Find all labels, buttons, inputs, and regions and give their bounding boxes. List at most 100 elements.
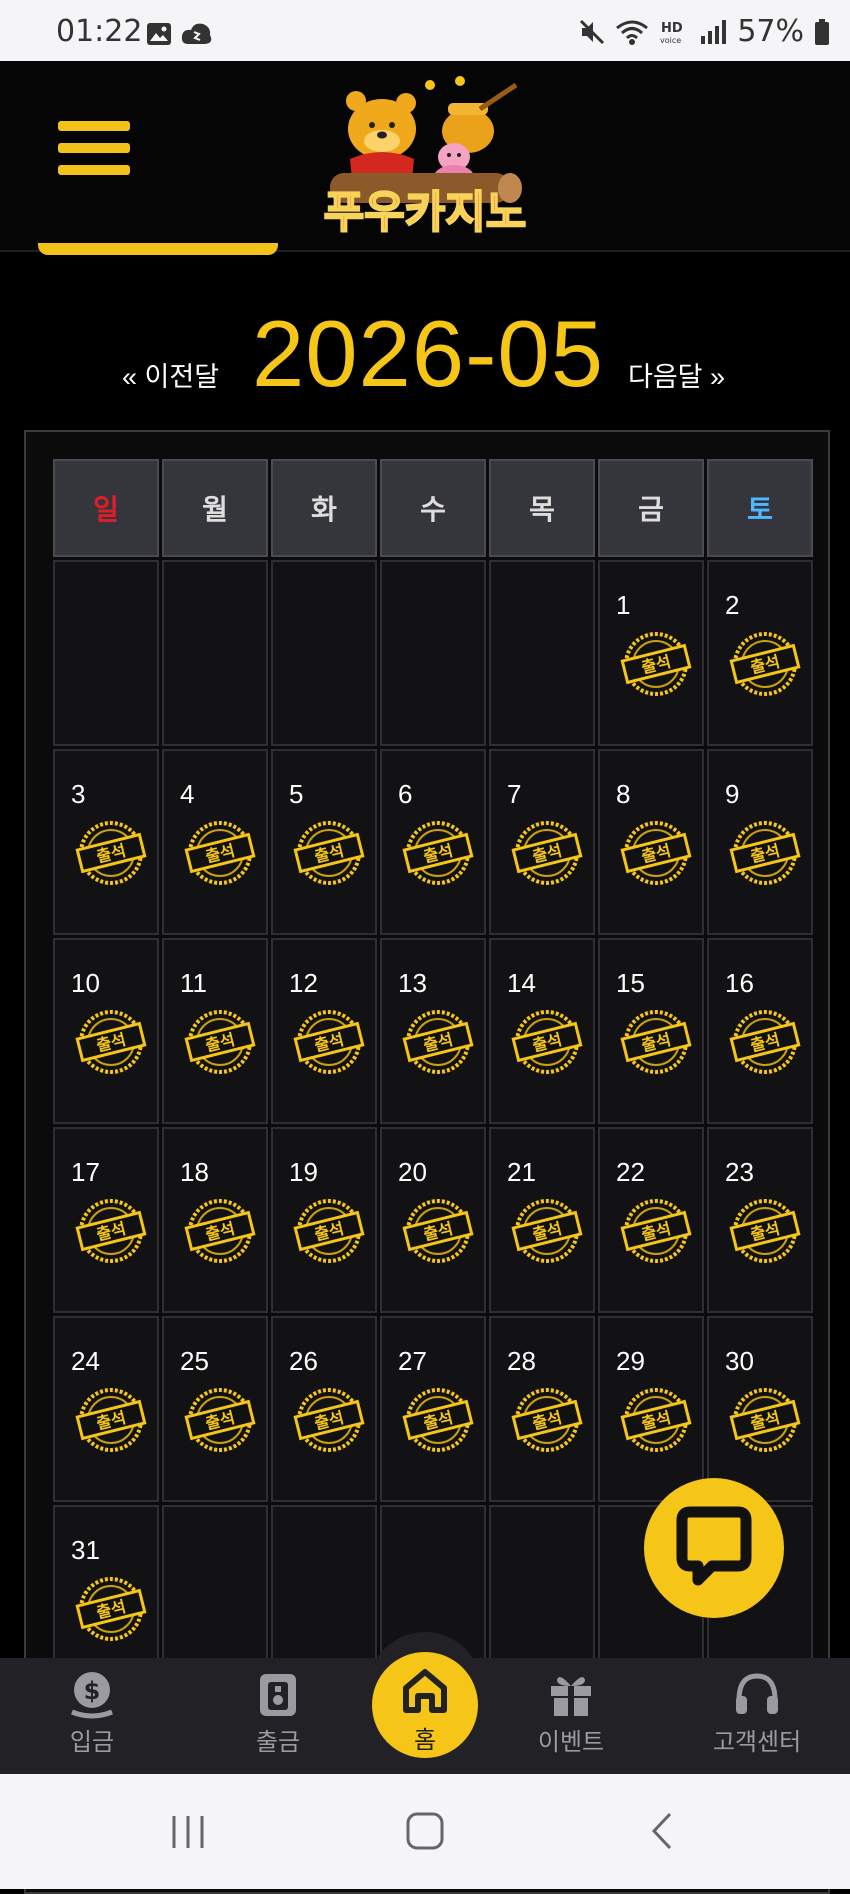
nav-support[interactable]: 고객센터 xyxy=(697,1668,817,1757)
day-number: 8 xyxy=(616,779,631,809)
calendar-day-cell[interactable]: 29 출석 xyxy=(598,1316,704,1502)
logo-text: 푸우카지노 xyxy=(324,187,526,238)
status-bar: 01:22 HD voice 57% xyxy=(0,0,850,61)
nav-home[interactable]: 홈 xyxy=(372,1652,478,1758)
recent-apps-icon[interactable] xyxy=(168,1812,208,1852)
calendar-day-cell[interactable]: 30 출석 xyxy=(707,1316,813,1502)
calendar-week-row: 17 출석 18 출석 19 출석 20 출석 21 출석 22 출석 23 출석 xyxy=(53,1127,813,1313)
day-number: 4 xyxy=(180,779,195,809)
calendar-day-cell[interactable]: 23 출석 xyxy=(707,1127,813,1313)
calendar-day-cell[interactable]: 12 출석 xyxy=(271,938,377,1124)
calendar-day-cell[interactable]: 13 출석 xyxy=(380,938,486,1124)
menu-icon[interactable] xyxy=(58,121,130,185)
app-header: 푸우카지노 xyxy=(0,61,850,252)
calendar-week-row: 1 출석 2 출석 xyxy=(53,560,813,746)
day-number: 18 xyxy=(180,1157,209,1187)
day-number: 6 xyxy=(398,779,413,809)
nav-event[interactable]: 이벤트 xyxy=(511,1668,631,1757)
attendance-stamp-icon: 출석 xyxy=(402,1010,474,1074)
calendar-day-cell[interactable]: 26 출석 xyxy=(271,1316,377,1502)
mute-icon xyxy=(580,19,605,44)
calendar-day-cell[interactable]: 7 출석 xyxy=(489,749,595,935)
attendance-stamp-icon: 출석 xyxy=(620,632,692,696)
status-time: 01:22 xyxy=(56,14,143,49)
calendar-day-cell[interactable]: 20 출석 xyxy=(380,1127,486,1313)
day-number: 26 xyxy=(289,1346,318,1376)
attendance-stamp-icon: 출석 xyxy=(729,821,801,885)
safe-icon xyxy=(260,1674,296,1716)
calendar-empty-cell xyxy=(162,560,268,746)
nav-deposit[interactable]: $ 입금 xyxy=(32,1668,152,1757)
day-number: 28 xyxy=(507,1346,536,1376)
attendance-stamp-icon: 출석 xyxy=(729,1010,801,1074)
calendar-day-cell[interactable]: 19 출석 xyxy=(271,1127,377,1313)
weekday-header-row: 일월화수목금토 xyxy=(53,459,813,557)
attendance-stamp-icon: 출석 xyxy=(511,1199,583,1263)
calendar-day-cell[interactable]: 15 출석 xyxy=(598,938,704,1124)
calendar-day-cell[interactable]: 10 출석 xyxy=(53,938,159,1124)
calendar-day-cell[interactable]: 18 출석 xyxy=(162,1127,268,1313)
attendance-stamp-icon: 출석 xyxy=(729,1199,801,1263)
chat-button[interactable] xyxy=(644,1478,784,1618)
weekday-header: 월 xyxy=(162,459,268,557)
calendar-day-cell[interactable]: 16 출석 xyxy=(707,938,813,1124)
calendar-day-cell[interactable]: 5 출석 xyxy=(271,749,377,935)
day-number: 1 xyxy=(616,590,631,620)
home-system-icon[interactable] xyxy=(404,1810,446,1852)
attendance-stamp-icon: 출석 xyxy=(75,821,147,885)
svg-text:$: $ xyxy=(84,1677,101,1705)
calendar-day-cell[interactable]: 28 출석 xyxy=(489,1316,595,1502)
active-tab-indicator xyxy=(38,243,278,255)
day-number: 17 xyxy=(71,1157,100,1187)
hd-voice-icon: HDvoice xyxy=(660,21,683,45)
day-number: 5 xyxy=(289,779,304,809)
weekday-header: 일 xyxy=(53,459,159,557)
attendance-stamp-icon: 출석 xyxy=(402,821,474,885)
day-number: 22 xyxy=(616,1157,645,1187)
nav-withdraw-label: 출금 xyxy=(255,1729,301,1756)
attendance-stamp-icon: 출석 xyxy=(729,1388,801,1452)
headset-icon xyxy=(736,1673,778,1714)
calendar-day-cell[interactable]: 4 출석 xyxy=(162,749,268,935)
calendar-day-cell[interactable]: 11 출석 xyxy=(162,938,268,1124)
calendar-day-cell[interactable]: 14 출석 xyxy=(489,938,595,1124)
nav-support-label: 고객센터 xyxy=(712,1729,802,1756)
nav-event-label: 이벤트 xyxy=(537,1729,605,1756)
prev-month-link[interactable]: « 이전달 xyxy=(122,355,219,394)
calendar-day-cell[interactable]: 9 출석 xyxy=(707,749,813,935)
chat-icon xyxy=(676,1506,752,1586)
attendance-stamp-icon: 출석 xyxy=(620,1010,692,1074)
calendar-empty-cell xyxy=(53,560,159,746)
calendar-day-cell[interactable]: 17 출석 xyxy=(53,1127,159,1313)
weekday-header: 목 xyxy=(489,459,595,557)
day-number: 31 xyxy=(71,1535,100,1565)
attendance-stamp-icon: 출석 xyxy=(184,1010,256,1074)
calendar-day-cell[interactable]: 8 출석 xyxy=(598,749,704,935)
calendar-day-cell[interactable]: 21 출석 xyxy=(489,1127,595,1313)
calendar-day-cell[interactable]: 2 출석 xyxy=(707,560,813,746)
calendar-day-cell[interactable]: 6 출석 xyxy=(380,749,486,935)
calendar-day-cell[interactable]: 1 출석 xyxy=(598,560,704,746)
attendance-stamp-icon: 출석 xyxy=(729,632,801,696)
casino-logo[interactable]: 푸우카지노 xyxy=(290,69,560,239)
attendance-stamp-icon: 출석 xyxy=(75,1577,147,1641)
calendar-day-cell[interactable]: 22 출석 xyxy=(598,1127,704,1313)
battery-icon xyxy=(815,18,829,45)
calendar-day-cell[interactable]: 27 출석 xyxy=(380,1316,486,1502)
system-navigation-bar xyxy=(0,1774,850,1889)
calendar-day-cell[interactable]: 25 출석 xyxy=(162,1316,268,1502)
day-number: 11 xyxy=(180,968,207,998)
attendance-stamp-icon: 출석 xyxy=(293,1388,365,1452)
calendar-day-cell[interactable]: 24 출석 xyxy=(53,1316,159,1502)
back-icon[interactable] xyxy=(648,1810,678,1852)
attendance-stamp-icon: 출석 xyxy=(293,1010,365,1074)
next-month-link[interactable]: 다음달 » xyxy=(628,355,725,394)
attendance-stamp-icon: 출석 xyxy=(293,1199,365,1263)
money-bag-icon: $ xyxy=(71,1672,113,1719)
attendance-stamp-icon: 출석 xyxy=(511,821,583,885)
day-number: 29 xyxy=(616,1346,645,1376)
calendar-day-cell[interactable]: 3 출석 xyxy=(53,749,159,935)
calendar-week-row: 3 출석 4 출석 5 출석 6 출석 7 출석 8 출석 9 출석 xyxy=(53,749,813,935)
nav-withdraw[interactable]: 출금 xyxy=(218,1668,338,1757)
attendance-stamp-icon: 출석 xyxy=(511,1388,583,1452)
